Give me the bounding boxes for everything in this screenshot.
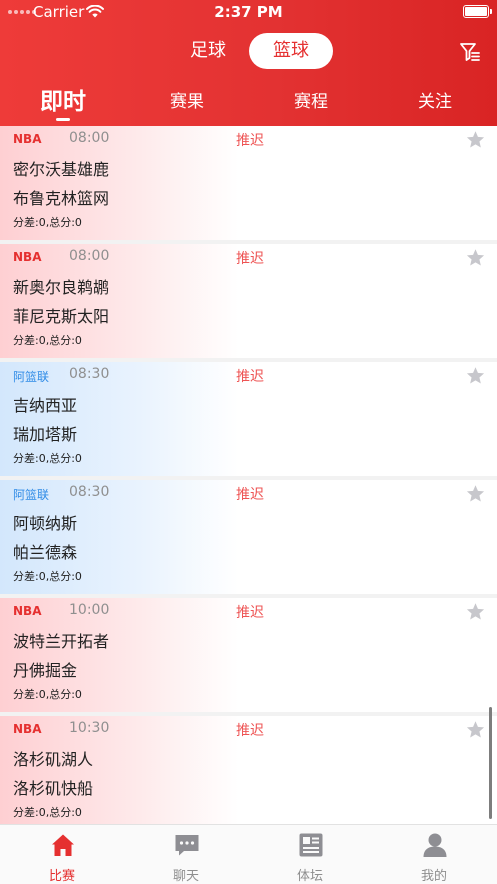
sport-toggle: 足球 篮球 — [0, 33, 497, 71]
match-card[interactable]: 阿篮联 08:30 推迟 阿顿纳斯 帕兰德森 分差:0,总分:0 — [0, 480, 497, 594]
profile-icon — [423, 833, 447, 857]
match-card[interactable]: 阿篮联 08:30 推迟 吉纳西亚 瑞加塔斯 分差:0,总分:0 — [0, 362, 497, 476]
match-card[interactable]: NBA 08:00 推迟 新奥尔良鹈鹕 菲尼克斯太阳 分差:0,总分:0 — [0, 244, 497, 358]
match-list[interactable]: NBA 08:00 推迟 密尔沃基雄鹿 布鲁克林篮网 分差:0,总分:0 NBA… — [0, 126, 497, 824]
score-summary: 分差:0,总分:0 — [13, 570, 82, 583]
away-team: 丹佛掘金 — [13, 661, 78, 680]
bottom-tab-bar: 比赛 聊天 体坛 我的 — [0, 824, 497, 884]
home-team: 洛杉矶湖人 — [13, 750, 94, 769]
star-icon[interactable] — [465, 248, 486, 268]
home-icon — [52, 834, 74, 856]
home-team: 吉纳西亚 — [13, 396, 78, 415]
news-icon — [299, 833, 323, 857]
active-tab-indicator — [56, 118, 70, 121]
tab-live[interactable]: 即时 — [22, 84, 104, 120]
score-summary: 分差:0,总分:0 — [13, 806, 82, 819]
match-status: 推迟 — [236, 251, 264, 267]
tabbar-item-matches[interactable]: 比赛 — [0, 825, 124, 884]
tabbar-item-profile[interactable]: 我的 — [372, 825, 496, 884]
kickoff-time: 08:00 — [69, 130, 110, 146]
match-status: 推迟 — [236, 723, 264, 739]
away-team: 洛杉矶快船 — [13, 779, 94, 798]
match-tabs: 即时 赛果 赛程 关注 — [0, 84, 497, 124]
home-team: 密尔沃基雄鹿 — [13, 160, 110, 179]
scrollbar[interactable] — [489, 707, 492, 819]
status-bar: Carrier 2:37 PM — [0, 0, 497, 26]
away-team: 菲尼克斯太阳 — [13, 307, 110, 326]
sport-basketball-button[interactable]: 篮球 — [249, 33, 333, 69]
battery-icon — [463, 5, 492, 18]
home-team: 波特兰开拓者 — [13, 632, 110, 651]
match-status: 推迟 — [236, 369, 264, 385]
league-label: NBA — [13, 250, 42, 264]
tabbar-item-news[interactable]: 体坛 — [248, 825, 372, 884]
filter-icon[interactable] — [458, 40, 482, 64]
kickoff-time: 08:30 — [69, 484, 110, 500]
kickoff-time: 10:30 — [69, 720, 110, 736]
status-time: 2:37 PM — [214, 3, 283, 21]
score-summary: 分差:0,总分:0 — [13, 452, 82, 465]
star-icon[interactable] — [465, 602, 486, 622]
tabbar-label: 我的 — [420, 869, 447, 884]
league-label: NBA — [13, 604, 42, 618]
app-header: Carrier 2:37 PM 足球 篮球 即时 赛果 赛程 关注 — [0, 0, 497, 126]
match-card[interactable]: NBA 10:00 推迟 波特兰开拓者 丹佛掘金 分差:0,总分:0 — [0, 598, 497, 712]
match-status: 推迟 — [236, 133, 264, 149]
score-summary: 分差:0,总分:0 — [13, 334, 82, 347]
tabbar-label: 比赛 — [48, 869, 75, 884]
star-icon[interactable] — [465, 130, 486, 150]
away-team: 帕兰德森 — [13, 543, 78, 562]
away-team: 布鲁克林篮网 — [13, 189, 110, 208]
chat-icon — [175, 835, 199, 856]
match-card[interactable]: NBA 08:00 推迟 密尔沃基雄鹿 布鲁克林篮网 分差:0,总分:0 — [0, 126, 497, 240]
star-icon[interactable] — [465, 484, 486, 504]
match-status: 推迟 — [236, 487, 264, 503]
league-label: 阿篮联 — [13, 370, 50, 384]
score-summary: 分差:0,总分:0 — [13, 216, 82, 229]
tabbar-label: 聊天 — [172, 869, 199, 884]
kickoff-time: 10:00 — [69, 602, 110, 618]
tab-schedule[interactable]: 赛程 — [270, 84, 352, 120]
tab-follow[interactable]: 关注 — [394, 84, 476, 120]
star-icon[interactable] — [465, 720, 486, 740]
star-icon[interactable] — [465, 366, 486, 386]
kickoff-time: 08:00 — [69, 248, 110, 264]
away-team: 瑞加塔斯 — [13, 425, 78, 444]
tabbar-label: 体坛 — [296, 869, 323, 884]
match-card[interactable]: NBA 10:30 推迟 洛杉矶湖人 洛杉矶快船 分差:0,总分:0 — [0, 716, 497, 824]
league-label: NBA — [13, 722, 42, 736]
sport-football-button[interactable]: 足球 — [180, 33, 236, 69]
league-label: NBA — [13, 132, 42, 146]
home-team: 阿顿纳斯 — [13, 514, 78, 533]
tabbar-item-chat[interactable]: 聊天 — [124, 825, 248, 884]
home-team: 新奥尔良鹈鹕 — [13, 278, 110, 297]
kickoff-time: 08:30 — [69, 366, 110, 382]
match-status: 推迟 — [236, 605, 264, 621]
score-summary: 分差:0,总分:0 — [13, 688, 82, 701]
league-label: 阿篮联 — [13, 488, 50, 502]
tab-results[interactable]: 赛果 — [146, 84, 228, 120]
